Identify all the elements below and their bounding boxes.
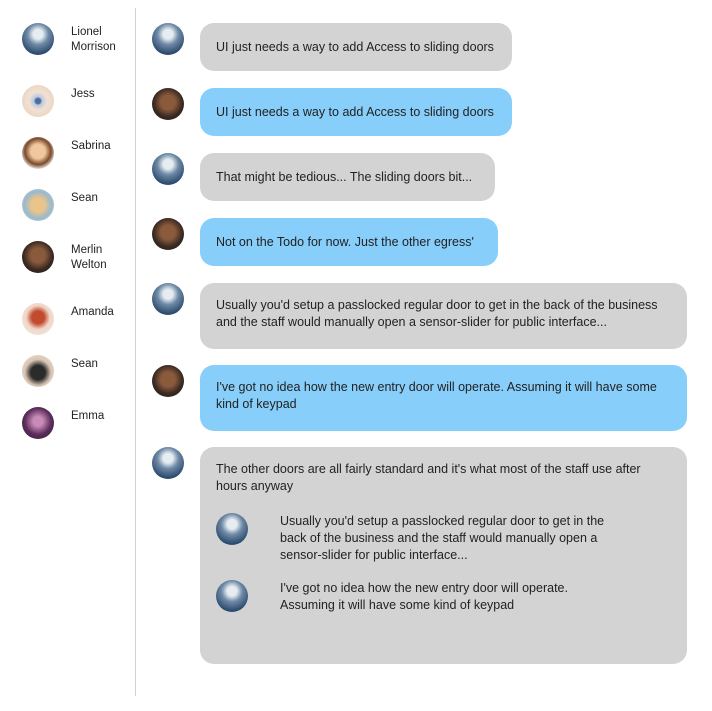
quoted-message[interactable]: Usually you'd setup a passlocked regular… — [216, 513, 616, 565]
avatar — [22, 189, 54, 221]
contact-emma[interactable]: Emma — [22, 407, 131, 439]
contact-sabrina[interactable]: Sabrina — [22, 137, 131, 169]
contact-name: Lionel Morrison — [71, 26, 116, 53]
avatar — [22, 241, 54, 273]
avatar — [152, 88, 184, 120]
contact-name: Sabrina — [71, 140, 111, 152]
message-text: Usually you'd setup a passlocked regular… — [216, 298, 658, 329]
contact-name: Emma — [71, 410, 105, 422]
contact-amanda[interactable]: Amanda — [22, 303, 131, 335]
avatar — [22, 303, 54, 335]
avatar — [152, 365, 184, 397]
avatar — [152, 218, 184, 250]
contact-jess[interactable]: Jess — [22, 85, 131, 117]
message-text: UI just needs a way to add Access to sli… — [216, 39, 494, 54]
contact-sean-2[interactable]: Sean — [22, 355, 131, 387]
message-text: I've got no idea how the new entry door … — [216, 380, 657, 411]
contact-lionel-morrison[interactable]: Lionel Morrison — [22, 23, 131, 55]
avatar — [216, 513, 248, 545]
avatar — [216, 580, 248, 612]
message-bubble-outgoing[interactable]: Not on the Todo for now. Just the other … — [200, 218, 498, 266]
avatar — [152, 447, 184, 479]
avatar — [152, 153, 184, 185]
contact-name: Amanda — [71, 306, 114, 318]
avatar — [22, 355, 54, 387]
quoted-message[interactable]: I've got no idea how the new entry door … — [216, 580, 616, 616]
quoted-message-text: I've got no idea how the new entry door … — [280, 581, 568, 612]
contact-name: Sean — [71, 358, 98, 370]
message-text: Not on the Todo for now. Just the other … — [216, 234, 474, 249]
avatar — [22, 85, 54, 117]
message-text: UI just needs a way to add Access to sli… — [216, 104, 494, 119]
avatar — [152, 283, 184, 315]
avatar — [22, 23, 54, 55]
message-bubble-outgoing[interactable]: I've got no idea how the new entry door … — [200, 365, 687, 431]
message-text: The other doors are all fairly standard … — [216, 462, 641, 493]
contact-sean[interactable]: Sean — [22, 189, 131, 221]
contact-name: Merlin Welton — [71, 244, 107, 271]
contact-name: Jess — [71, 88, 95, 100]
message-bubble-incoming[interactable]: That might be tedious... The sliding doo… — [200, 153, 495, 201]
chat-thread: UI just needs a way to add Access to sli… — [136, 0, 712, 711]
message-bubble-outgoing[interactable]: UI just needs a way to add Access to sli… — [200, 88, 512, 136]
message-bubble-incoming[interactable]: The other doors are all fairly standard … — [200, 447, 687, 664]
message-bubble-incoming[interactable]: Usually you'd setup a passlocked regular… — [200, 283, 687, 349]
avatar — [22, 407, 54, 439]
contact-name: Sean — [71, 192, 98, 204]
message-bubble-incoming[interactable]: UI just needs a way to add Access to sli… — [200, 23, 512, 71]
contact-merlin-welton[interactable]: Merlin Welton — [22, 241, 131, 273]
quoted-message-text: Usually you'd setup a passlocked regular… — [280, 514, 605, 562]
message-text: That might be tedious... The sliding doo… — [216, 169, 473, 184]
avatar — [152, 23, 184, 55]
avatar — [22, 137, 54, 169]
contacts-sidebar: Lionel Morrison Jess Sabrina Sean Merlin… — [0, 0, 135, 711]
